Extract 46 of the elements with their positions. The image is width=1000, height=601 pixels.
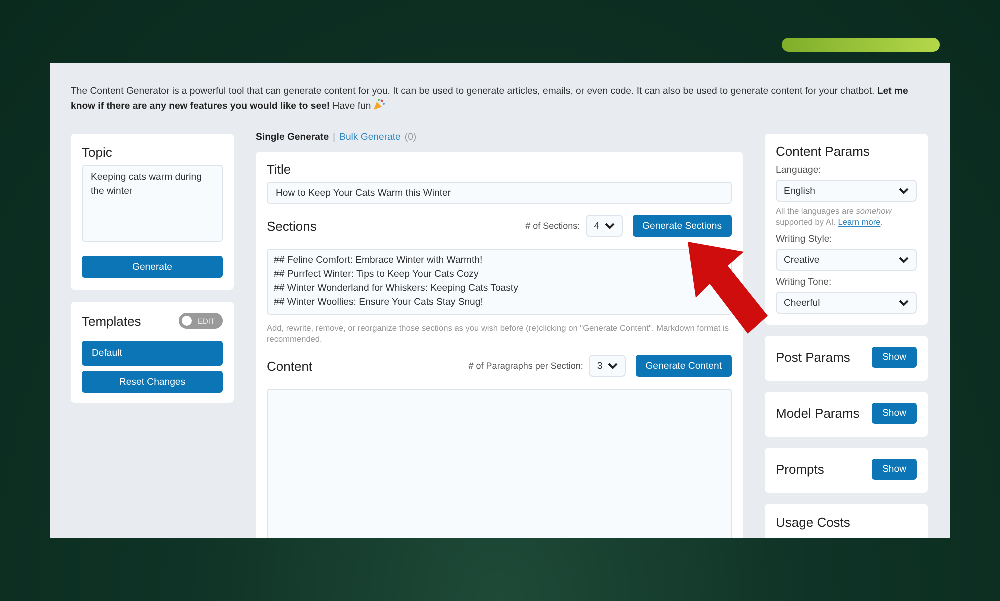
template-item[interactable]: Default xyxy=(82,341,223,366)
writing-style-select[interactable]: Creative xyxy=(776,249,917,271)
chevron-down-icon xyxy=(899,188,909,194)
tab-count: (0) xyxy=(404,132,417,143)
chevron-down-icon xyxy=(899,256,909,264)
card-title: Topic xyxy=(82,145,114,160)
sections-count-label: # of Sections: xyxy=(526,221,580,231)
card-title: Content Params xyxy=(776,144,871,159)
tab[interactable]: Single Generate xyxy=(256,132,330,143)
sections-count-select[interactable]: 4 xyxy=(586,215,623,237)
chevron-down-icon xyxy=(604,222,615,230)
card-title: Model Params xyxy=(776,406,860,421)
card-title: Usage Costs xyxy=(776,515,850,530)
card-title: Post Params xyxy=(776,350,850,365)
show-button[interactable]: Show xyxy=(872,459,917,480)
card-title: Prompts xyxy=(776,462,824,477)
card-title: Templates xyxy=(82,314,142,328)
sections-field[interactable]: ## Feline Comfort: Embrace Winter with Warmth! ## Purrfect Winter: Tips to Keep Your Cats Cozy ## Winter Wonderland for Whiskers: Keeping Cats Toasty ## Winter Woollies: Ensure Your Cats Stay Snug! xyxy=(267,249,732,315)
party-popper-icon xyxy=(374,99,386,110)
chevron-down-icon xyxy=(899,300,909,306)
show-button[interactable]: Show xyxy=(872,347,917,368)
learn-more-link[interactable]: Learn more xyxy=(838,217,881,227)
intro-text: The Content Generator is a powerful tool that can generate content for you. It can be used to generate articles, emails, or even code. It can also be used to generate content for your chatbot. Let me know if there are any new features you would like to see! Have fun xyxy=(71,85,910,114)
tab-separator: | xyxy=(333,132,336,143)
title-field[interactable]: How to Keep Your Cats Warm this Winter xyxy=(267,182,732,204)
language-select[interactable]: English xyxy=(776,180,917,202)
generate-sections-button[interactable]: Generate Sections xyxy=(632,215,732,237)
section-title: Content xyxy=(267,358,313,374)
generate-content-button[interactable]: Generate Content xyxy=(636,355,732,377)
language-note: All the languages are somehow supported by AI. Learn more. xyxy=(776,206,893,228)
writing-tone-label: Writing Tone: xyxy=(776,277,833,288)
language-label: Language: xyxy=(776,165,822,176)
tab[interactable]: Bulk Generate xyxy=(340,132,401,143)
writing-tone-select[interactable]: Cheerful xyxy=(776,292,917,314)
sections-hint: Add, rewrite, remove, or reorganize those sections as you wish before (re)clicking on "Generate Content". Markdown format is recommended. xyxy=(267,323,730,345)
topic-field[interactable]: Keeping cats warm during the winter xyxy=(82,165,223,242)
reset-button[interactable]: Reset Changes xyxy=(82,371,223,393)
content-field[interactable] xyxy=(267,389,732,538)
paragraphs-count-label: # of Paragraphs per Section: xyxy=(468,361,584,371)
section-title: Sections xyxy=(267,218,317,234)
paragraphs-count-select[interactable]: 3 xyxy=(589,355,626,377)
show-button[interactable]: Show xyxy=(872,403,917,424)
generate-button[interactable]: Generate xyxy=(82,256,223,278)
chevron-down-icon xyxy=(608,362,618,370)
section-title: Title xyxy=(267,162,292,177)
writing-style-label: Writing Style: xyxy=(776,234,834,245)
